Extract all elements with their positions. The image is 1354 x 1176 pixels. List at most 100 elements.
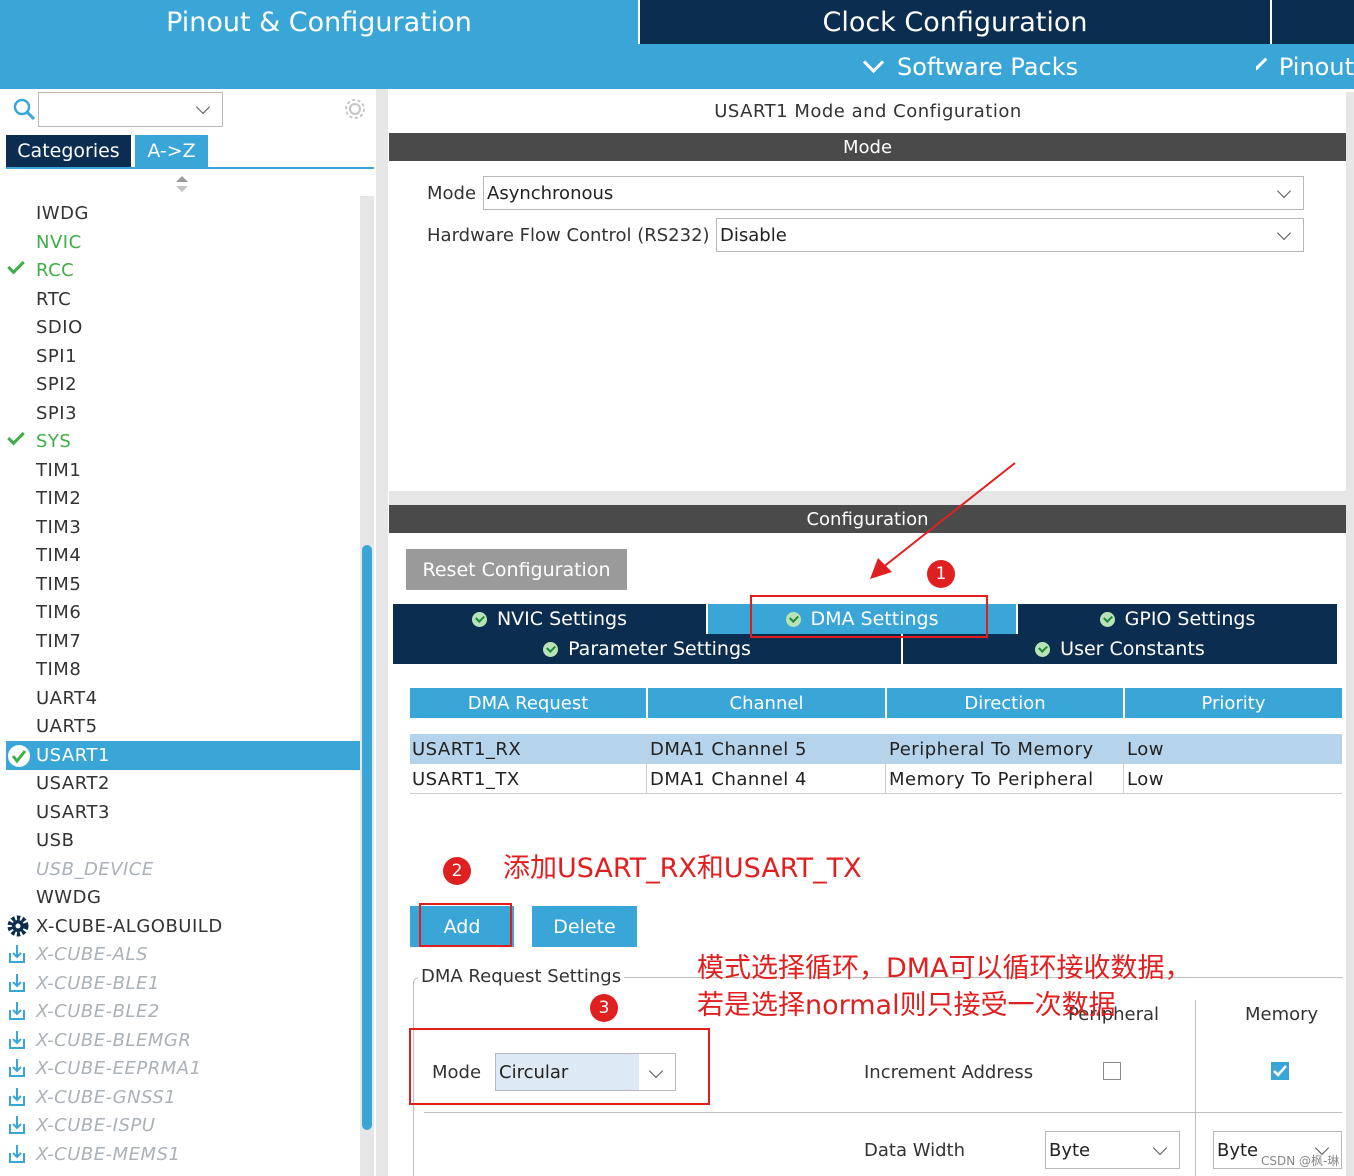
tab-pinout-view[interactable]: Pinout <box>1256 44 1354 89</box>
list-item-x-cube-ble2[interactable]: X-CUBE-BLE2 <box>36 998 160 1026</box>
list-item-x-cube-blemgr[interactable]: X-CUBE-BLEMGR <box>36 1027 191 1055</box>
memory-data-width-value: Byte <box>1217 1139 1259 1161</box>
peripheral-increment-checkbox[interactable] <box>1103 1062 1121 1080</box>
check-circle-icon <box>8 745 30 767</box>
list-item-usb-device[interactable]: USB_DEVICE <box>36 856 154 884</box>
tab-pinout-view-label: Pinout <box>1278 52 1354 81</box>
search-icon[interactable] <box>12 97 36 121</box>
list-item-sys[interactable]: SYS <box>36 428 71 456</box>
chevron-down-icon <box>1152 1140 1168 1156</box>
list-item-x-cube-mems1[interactable]: X-CUBE-MEMS1 <box>36 1141 180 1169</box>
list-item-nvic[interactable]: NVIC <box>36 229 82 257</box>
scroll-up-icon[interactable] <box>175 176 189 192</box>
left-scrollbar-thumb[interactable] <box>362 545 372 1130</box>
mode-section-header[interactable]: Mode <box>389 133 1346 161</box>
tab-clock-configuration[interactable]: Clock Configuration <box>640 0 1270 44</box>
watermark: CSDN @枫-琳 <box>1261 1154 1340 1168</box>
tab-more[interactable] <box>1272 0 1354 44</box>
column-divider <box>885 734 886 794</box>
tab-pinout-configuration[interactable]: Pinout & Configuration <box>0 0 638 44</box>
gear-icon[interactable] <box>342 96 368 122</box>
table-cell: Low <box>1127 738 1164 760</box>
tab-underline <box>6 167 374 169</box>
tab-user-constants[interactable]: User Constants <box>903 634 1337 664</box>
list-item-x-cube-ble1[interactable]: X-CUBE-BLE1 <box>36 970 160 998</box>
list-item-x-cube-eeprma1[interactable]: X-CUBE-EEPRMA1 <box>36 1055 202 1083</box>
tab-software-packs[interactable]: Software Packs <box>862 44 1079 89</box>
list-item-usart3[interactable]: USART3 <box>36 799 110 827</box>
download-icon <box>9 1088 25 1106</box>
list-item-rcc[interactable]: RCC <box>36 257 74 285</box>
download-icon <box>9 1059 25 1077</box>
ok-icon <box>1035 641 1051 657</box>
list-item-wwdg[interactable]: WWDG <box>36 884 101 912</box>
list-item-spi2[interactable]: SPI2 <box>36 371 77 399</box>
column-header-channel[interactable]: Channel <box>648 688 885 718</box>
ok-icon <box>471 611 487 627</box>
hw-flow-label: Hardware Flow Control (RS232) <box>427 224 710 246</box>
mode-select-value: Asynchronous <box>487 182 614 204</box>
gear-icon <box>7 915 29 937</box>
list-item-tim8[interactable]: TIM8 <box>36 656 81 684</box>
list-item-tim7[interactable]: TIM7 <box>36 628 81 656</box>
download-icon <box>9 1145 25 1163</box>
list-item-usart1[interactable]: USART1 <box>36 742 110 770</box>
download-icon <box>9 974 25 992</box>
list-item-tim3[interactable]: TIM3 <box>36 514 81 542</box>
tab-gpio-settings-label: GPIO Settings <box>1124 608 1256 630</box>
hw-flow-select[interactable]: Disable <box>716 218 1304 252</box>
panel-splitter[interactable] <box>376 89 388 1176</box>
annotation-mode-text-1: 模式选择循环，DMA可以循环接收数据， <box>697 953 1192 984</box>
tab-nvic-settings[interactable]: NVIC Settings <box>393 604 706 634</box>
list-item-x-cube-algobuild[interactable]: X-CUBE-ALGOBUILD <box>36 913 223 941</box>
step-2-badge: 2 <box>443 857 471 885</box>
page-title: USART1 Mode and Configuration <box>714 100 1022 122</box>
list-item-tim1[interactable]: TIM1 <box>36 457 81 485</box>
list-item-tim5[interactable]: TIM5 <box>36 571 81 599</box>
list-item-uart4[interactable]: UART4 <box>36 685 98 713</box>
list-item-sdio[interactable]: SDIO <box>36 314 83 342</box>
column-header-direction[interactable]: Direction <box>887 688 1123 718</box>
list-item-tim2[interactable]: TIM2 <box>36 485 81 513</box>
add-button-highlight <box>419 903 512 947</box>
list-item-tim4[interactable]: TIM4 <box>36 542 81 570</box>
table-cell: USART1_TX <box>412 768 520 790</box>
tab-gpio-settings[interactable]: GPIO Settings <box>1018 604 1337 634</box>
tab-software-packs-label: Software Packs <box>897 52 1079 81</box>
peripheral-data-width-select[interactable]: Byte <box>1045 1131 1180 1169</box>
tab-a-z[interactable]: A->Z <box>135 135 208 167</box>
list-item-x-cube-ispu[interactable]: X-CUBE-ISPU <box>36 1112 155 1140</box>
delete-button[interactable]: Delete <box>532 906 637 947</box>
data-width-label: Data Width <box>864 1139 965 1161</box>
list-item-uart5[interactable]: UART5 <box>36 713 98 741</box>
list-item-x-cube-als[interactable]: X-CUBE-ALS <box>36 941 148 969</box>
search-input[interactable] <box>38 92 223 127</box>
mode-select[interactable]: Asynchronous <box>483 176 1304 210</box>
row-divider <box>424 1112 1342 1113</box>
tab-parameter-settings[interactable]: Parameter Settings <box>393 634 901 664</box>
check-icon <box>1273 1065 1287 1077</box>
step-1-badge: 1 <box>927 560 955 588</box>
list-item-usb[interactable]: USB <box>36 827 74 855</box>
table-cell: DMA1 Channel 4 <box>650 768 807 790</box>
column-header-dma-request[interactable]: DMA Request <box>410 688 646 718</box>
tab-categories[interactable]: Categories <box>6 135 131 167</box>
column-header-priority[interactable]: Priority <box>1125 688 1342 718</box>
list-item-spi3[interactable]: SPI3 <box>36 400 77 428</box>
increment-address-label: Increment Address <box>864 1061 1034 1083</box>
download-icon <box>9 1002 25 1020</box>
right-scrollbar[interactable] <box>1346 92 1354 1176</box>
memory-increment-checkbox[interactable] <box>1271 1062 1289 1080</box>
list-item-x-cube-gnss1[interactable]: X-CUBE-GNSS1 <box>36 1084 176 1112</box>
list-item-iwdg[interactable]: IWDG <box>36 200 89 228</box>
reset-configuration-button[interactable]: Reset Configuration <box>406 549 627 590</box>
peripheral-data-width-value: Byte <box>1049 1139 1091 1161</box>
list-item-tim6[interactable]: TIM6 <box>36 599 81 627</box>
memory-column-label: Memory <box>1245 1004 1319 1025</box>
list-item-rtc[interactable]: RTC <box>36 286 71 314</box>
mode-highlight <box>409 1028 710 1105</box>
column-divider <box>1123 734 1124 794</box>
tab-user-constants-label: User Constants <box>1060 638 1205 660</box>
list-item-usart2[interactable]: USART2 <box>36 770 110 798</box>
list-item-spi1[interactable]: SPI1 <box>36 343 77 371</box>
